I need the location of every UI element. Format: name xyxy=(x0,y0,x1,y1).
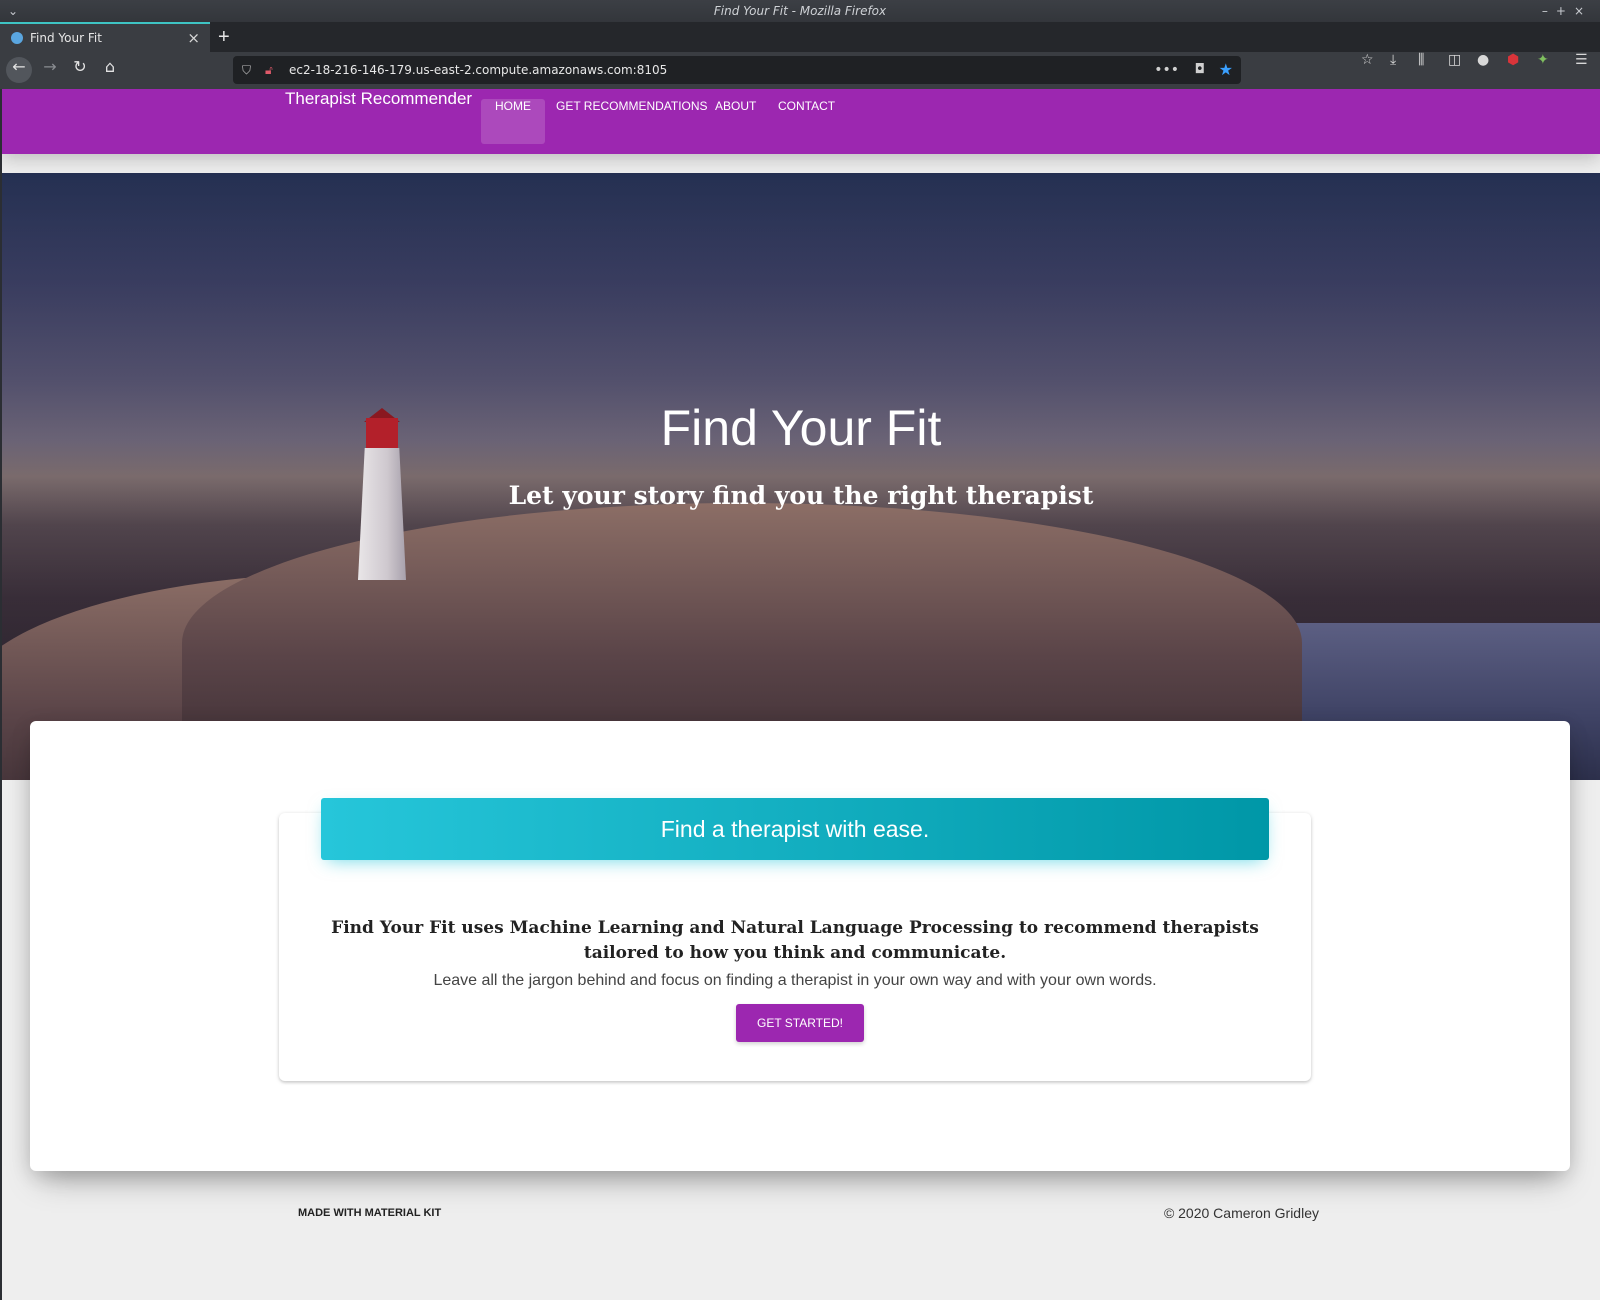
main-content-card: Find a therapist with ease. Find Your Fi… xyxy=(30,721,1570,1171)
menu-icon[interactable]: ☰ xyxy=(1575,52,1588,89)
info-card-lead: Find Your Fit uses Machine Learning and … xyxy=(331,918,1259,963)
nav-contact[interactable]: Contact xyxy=(764,99,849,144)
bookmarks-menu-icon[interactable]: ☆ xyxy=(1361,52,1374,89)
window-menu-icon[interactable]: ⌄ xyxy=(8,0,18,22)
library-icon[interactable]: ⫼ xyxy=(1418,52,1424,89)
shield-icon[interactable]: ⛉ xyxy=(242,56,251,84)
tab-find-your-fit[interactable]: Find Your Fit × xyxy=(0,22,210,52)
site-navbar: Therapist Recommender Home Get Recommend… xyxy=(2,89,1600,154)
hero-banner: Find Your Fit Let your story find you th… xyxy=(2,173,1600,780)
sidebar-icon[interactable]: ◫ xyxy=(1448,52,1461,89)
info-card-header: Find a therapist with ease. xyxy=(321,798,1269,860)
window-title: Find Your Fit - Mozilla Firefox xyxy=(713,4,887,18)
info-card-description: Leave all the jargon behind and focus on… xyxy=(433,972,1157,989)
footer-credit-link[interactable]: Made with Material Kit xyxy=(298,1207,441,1219)
nav-get-recommendations[interactable]: Get Recommendations xyxy=(542,99,722,144)
browser-toolbar: ← → ↻ ⌂ ⛉ 🔓︎ ec2-18-216-146-179.us-east-… xyxy=(0,52,1600,89)
hero-subtitle: Let your story find you the right therap… xyxy=(508,481,1094,510)
tab-strip: Find Your Fit × + xyxy=(0,22,1600,52)
nav-about[interactable]: About xyxy=(701,99,770,144)
ublock-icon[interactable]: ⬢ xyxy=(1507,52,1519,89)
url-bar[interactable]: ⛉ 🔓︎ ec2-18-216-146-179.us-east-2.comput… xyxy=(233,56,1241,84)
reload-icon[interactable]: ↻ xyxy=(67,57,93,83)
tab-title: Find Your Fit xyxy=(30,31,102,45)
brand-link[interactable]: Therapist Recommender xyxy=(285,89,472,109)
forward-icon[interactable]: → xyxy=(37,57,63,83)
url-text[interactable]: ec2-18-216-146-179.us-east-2.compute.ama… xyxy=(289,63,667,77)
more-icon[interactable]: ••• xyxy=(1154,56,1179,84)
bookmark-star-icon[interactable]: ★ xyxy=(1219,56,1233,84)
hero-title: Find Your Fit xyxy=(660,400,942,456)
new-tab-button[interactable]: + xyxy=(218,22,230,52)
account-icon[interactable]: ● xyxy=(1477,52,1489,89)
tab-favicon-icon xyxy=(11,32,23,44)
close-tab-icon[interactable]: × xyxy=(187,24,200,52)
window-controls[interactable]: –+× xyxy=(1542,0,1592,22)
extension-icon[interactable]: ✦ xyxy=(1537,52,1549,89)
insecure-lock-icon[interactable]: 🔓︎ xyxy=(265,56,273,84)
downloads-icon[interactable]: ⤓ xyxy=(1390,52,1396,89)
get-started-button[interactable]: Get Started! xyxy=(736,1004,864,1042)
back-icon[interactable]: ← xyxy=(6,57,32,83)
page-viewport: Therapist Recommender Home Get Recommend… xyxy=(2,89,1600,1300)
footer-copyright: © 2020 Cameron Gridley xyxy=(1163,1205,1319,1221)
home-icon[interactable]: ⌂ xyxy=(97,57,123,83)
nav-home[interactable]: Home xyxy=(481,99,545,144)
pocket-icon[interactable]: ◘ xyxy=(1195,56,1205,84)
window-titlebar: ⌄ Find Your Fit - Mozilla Firefox –+× xyxy=(0,0,1600,22)
